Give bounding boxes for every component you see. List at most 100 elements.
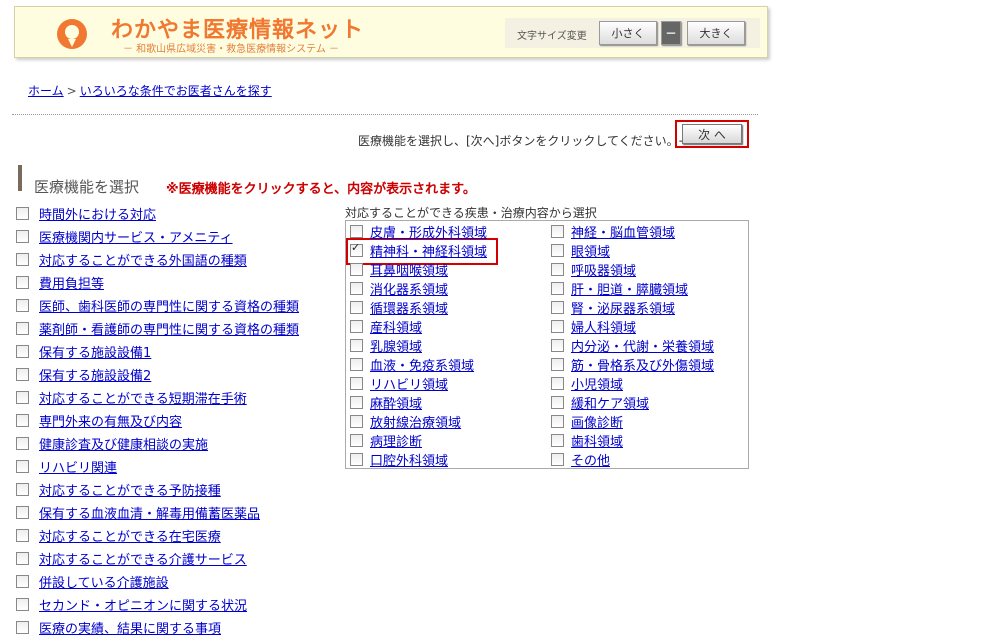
function-link[interactable]: 健康診査及び健康相談の実施 [39,434,208,453]
function-checkbox[interactable] [16,321,29,335]
disease-link[interactable]: 腎・泌尿器系領域 [571,298,675,317]
disease-checkbox[interactable] [551,244,564,257]
disease-item: 口腔外科領域 [350,450,448,469]
disease-link[interactable]: 産科領域 [370,317,422,336]
function-checkbox[interactable] [16,436,29,450]
disease-link[interactable]: 消化器系領域 [370,279,448,298]
disease-checkbox[interactable] [551,339,564,352]
next-button-highlight: 次 へ [675,120,749,148]
disease-checkbox[interactable] [551,320,564,333]
function-link[interactable]: 対応することができる在宅医療 [39,526,221,545]
disease-checkbox[interactable] [551,453,564,466]
disease-checkbox[interactable] [350,225,363,238]
function-checkbox[interactable] [16,298,29,312]
function-link[interactable]: 保有する血液血清・解毒用備蓄医薬品 [39,503,260,522]
disease-link[interactable]: 皮膚・形成外科領域 [370,222,487,241]
disease-checkbox[interactable] [551,358,564,371]
function-link[interactable]: 対応することができる予防接種 [39,480,221,499]
disease-checkbox[interactable] [350,339,363,352]
disease-link[interactable]: 放射線治療領域 [370,412,461,431]
disease-checkbox[interactable] [551,377,564,390]
disease-checkbox[interactable] [350,358,363,371]
function-checkbox[interactable] [16,229,29,243]
function-checkbox[interactable] [16,597,29,611]
function-link[interactable]: セカンド・オピニオンに関する状況 [39,595,247,614]
disease-checkbox[interactable] [350,241,363,257]
disease-link[interactable]: 画像診断 [571,412,623,431]
next-button[interactable]: 次 へ [682,124,742,144]
disease-link[interactable]: 乳腺領域 [370,336,422,355]
disease-link[interactable]: 緩和ケア領域 [571,393,649,412]
disease-checkbox[interactable] [350,301,363,314]
disease-link[interactable]: 口腔外科領域 [370,450,448,469]
disease-checkbox[interactable] [350,263,363,276]
disease-link[interactable]: 眼領域 [571,241,610,260]
function-checkbox[interactable] [16,367,29,381]
disease-checkbox[interactable] [350,396,363,409]
disease-checkbox[interactable] [551,301,564,314]
disease-checkbox[interactable] [551,415,564,428]
function-link[interactable]: 専門外来の有無及び内容 [39,411,182,430]
disease-link[interactable]: 病理診断 [370,431,422,450]
disease-checkbox[interactable] [551,396,564,409]
disease-link[interactable]: リハビリ領域 [370,374,448,393]
function-link[interactable]: 対応することができる介護サービス [39,549,247,568]
disease-link[interactable]: 血液・免疫系領域 [370,355,474,374]
font-large-button[interactable]: 大きく [687,21,745,45]
function-link[interactable]: 医療機関内サービス・アメニティ [39,227,233,246]
disease-checkbox[interactable] [350,282,363,295]
disease-checkbox[interactable] [551,263,564,276]
function-checkbox[interactable] [16,505,29,519]
function-link[interactable]: 保有する施設設備2 [39,365,151,384]
disease-item: 神経・脳血管領域 [551,222,675,241]
breadcrumb-home-link[interactable]: ホーム [28,84,64,98]
disease-link[interactable]: 婦人科領域 [571,317,636,336]
function-link[interactable]: 医師、歯科医師の専門性に関する資格の種類 [39,296,299,315]
disease-checkbox[interactable] [350,415,363,428]
function-checkbox[interactable] [16,206,29,220]
font-medium-button[interactable]: － [661,21,681,45]
function-checkbox[interactable] [16,252,29,266]
function-checkbox[interactable] [16,344,29,358]
function-link[interactable]: 薬剤師・看護師の専門性に関する資格の種類 [39,319,299,338]
function-link[interactable]: 保有する施設設備1 [39,342,151,361]
function-link[interactable]: 併設している介護施設 [39,572,169,591]
disease-link[interactable]: 筋・骨格系及び外傷領域 [571,355,714,374]
function-checkbox[interactable] [16,620,29,634]
disease-link[interactable]: 精神科・神経科領域 [370,241,487,260]
function-checkbox[interactable] [16,528,29,542]
function-link[interactable]: 時間外における対応 [39,204,156,223]
disease-link[interactable]: その他 [571,450,610,469]
function-link[interactable]: 対応することができる外国語の種類 [39,250,247,269]
breadcrumb-current-link[interactable]: いろいろな条件でお医者さんを探す [80,84,272,98]
function-checkbox[interactable] [16,390,29,404]
disease-checkbox[interactable] [551,225,564,238]
disease-link[interactable]: 麻酔領域 [370,393,422,412]
disease-link[interactable]: 肝・胆道・膵臓領域 [571,279,688,298]
function-checkbox[interactable] [16,459,29,473]
disease-checkbox[interactable] [350,434,363,447]
function-link[interactable]: 費用負担等 [39,273,104,292]
disease-link[interactable]: 呼吸器領域 [571,260,636,279]
function-checkbox[interactable] [16,551,29,565]
disease-link[interactable]: 耳鼻咽喉領域 [370,260,448,279]
function-checkbox[interactable] [16,275,29,289]
function-checkbox[interactable] [16,574,29,588]
disease-link[interactable]: 小児領域 [571,374,623,393]
function-link[interactable]: 医療の実績、結果に関する事項 [39,618,221,637]
disease-checkbox[interactable] [551,434,564,447]
function-item: 対応することができる外国語の種類 [16,249,247,269]
disease-link[interactable]: 内分泌・代謝・栄養領域 [571,336,714,355]
disease-checkbox[interactable] [350,453,363,466]
disease-link[interactable]: 神経・脳血管領域 [571,222,675,241]
disease-checkbox[interactable] [350,377,363,390]
function-link[interactable]: リハビリ関連 [39,457,117,476]
disease-link[interactable]: 循環器系領域 [370,298,448,317]
font-small-button[interactable]: 小さく [599,21,657,45]
function-link[interactable]: 対応することができる短期滞在手術 [39,388,247,407]
disease-link[interactable]: 歯科領域 [571,431,623,450]
function-checkbox[interactable] [16,413,29,427]
disease-checkbox[interactable] [350,320,363,333]
function-checkbox[interactable] [16,482,29,496]
disease-checkbox[interactable] [551,282,564,295]
